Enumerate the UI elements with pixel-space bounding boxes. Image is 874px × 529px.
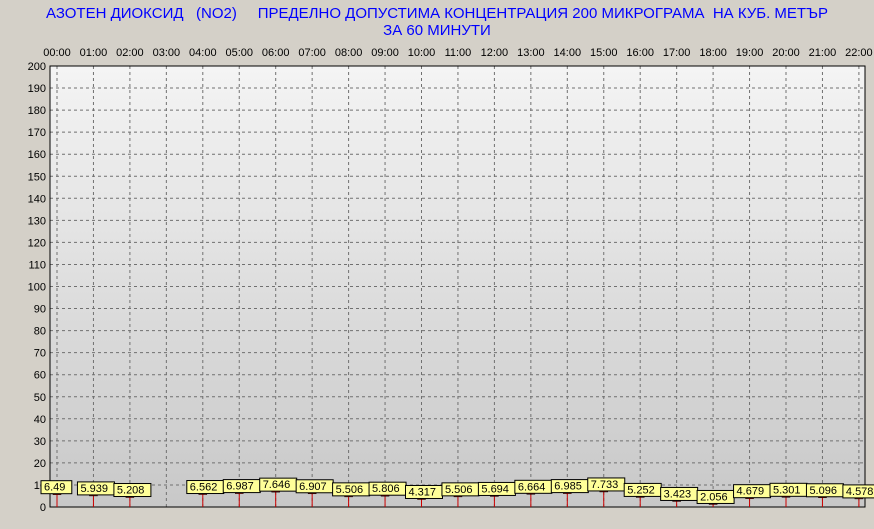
- x-tick-label: 19:00: [736, 47, 764, 59]
- y-tick-label: 50: [34, 392, 46, 404]
- data-label: 2.056: [700, 491, 728, 503]
- data-label: 7.646: [263, 479, 291, 491]
- x-tick-label: 14:00: [554, 47, 582, 59]
- y-tick-label: 90: [34, 304, 46, 316]
- data-label: 5.506: [445, 484, 473, 496]
- y-tick-label: 130: [28, 215, 46, 227]
- x-tick-label: 09:00: [371, 47, 399, 59]
- data-label: 5.694: [481, 483, 509, 495]
- data-label: 6.987: [226, 481, 254, 493]
- y-tick-label: 120: [28, 237, 46, 249]
- data-label: 6.985: [554, 481, 582, 493]
- x-tick-label: 00:00: [43, 47, 71, 59]
- y-tick-label: 140: [28, 193, 46, 205]
- data-label: 6.907: [299, 481, 327, 493]
- y-tick-label: 180: [28, 105, 46, 117]
- data-label: 4.578: [846, 486, 874, 498]
- y-tick-label: 60: [34, 370, 46, 382]
- x-tick-label: 04:00: [189, 47, 217, 59]
- x-tick-label: 06:00: [262, 47, 290, 59]
- data-label: 5.252: [627, 484, 655, 496]
- y-tick-label: 200: [28, 61, 46, 73]
- data-label: 5.208: [117, 485, 145, 497]
- x-tick-label: 20:00: [772, 47, 800, 59]
- data-label: 5.806: [372, 483, 400, 495]
- y-tick-label: 0: [40, 502, 46, 514]
- data-label: 6.664: [518, 481, 546, 493]
- data-label: 6.49: [44, 482, 65, 494]
- x-tick-label: 11:00: [445, 47, 472, 59]
- y-tick-label: 150: [28, 171, 46, 183]
- y-tick-label: 70: [34, 348, 46, 360]
- y-tick-label: 80: [34, 326, 46, 338]
- x-tick-label: 07:00: [298, 47, 326, 59]
- x-tick-label: 22:00: [845, 47, 873, 59]
- y-tick-label: 100: [28, 282, 46, 294]
- y-tick-label: 30: [34, 436, 46, 448]
- x-tick-label: 08:00: [335, 47, 363, 59]
- y-tick-label: 160: [28, 149, 46, 161]
- x-tick-label: 13:00: [517, 47, 545, 59]
- x-tick-label: 21:00: [809, 47, 837, 59]
- data-label: 7.733: [591, 479, 619, 491]
- data-label: 5.506: [336, 484, 364, 496]
- x-tick-label: 10:00: [408, 47, 436, 59]
- data-label: 4.679: [737, 486, 765, 498]
- x-tick-label: 02:00: [116, 47, 144, 59]
- y-tick-label: 40: [34, 414, 46, 426]
- data-label: 5.096: [809, 485, 837, 497]
- x-tick-label: 03:00: [153, 47, 181, 59]
- y-tick-label: 190: [28, 83, 46, 95]
- y-tick-label: 170: [28, 127, 46, 139]
- chart-svg: 0102030405060708090100110120130140150160…: [28, 47, 874, 514]
- x-tick-label: 05:00: [225, 47, 253, 59]
- x-tick-label: 12:00: [481, 47, 509, 59]
- x-tick-label: 17:00: [663, 47, 691, 59]
- x-tick-label: 01:00: [80, 47, 108, 59]
- data-label: 4.317: [409, 486, 437, 498]
- data-label: 3.423: [664, 488, 692, 500]
- y-tick-label: 110: [28, 259, 46, 271]
- x-tick-label: 15:00: [590, 47, 618, 59]
- data-label: 5.939: [80, 483, 108, 495]
- data-label: 5.301: [773, 484, 801, 496]
- x-tick-label: 18:00: [699, 47, 727, 59]
- chart: АЗОТЕН ДИОКСИД (NO2) ПРЕДЕЛНО ДОПУСТИМА …: [0, 0, 874, 529]
- data-label: 6.562: [190, 482, 218, 494]
- x-tick-label: 16:00: [626, 47, 654, 59]
- y-tick-label: 20: [34, 458, 46, 470]
